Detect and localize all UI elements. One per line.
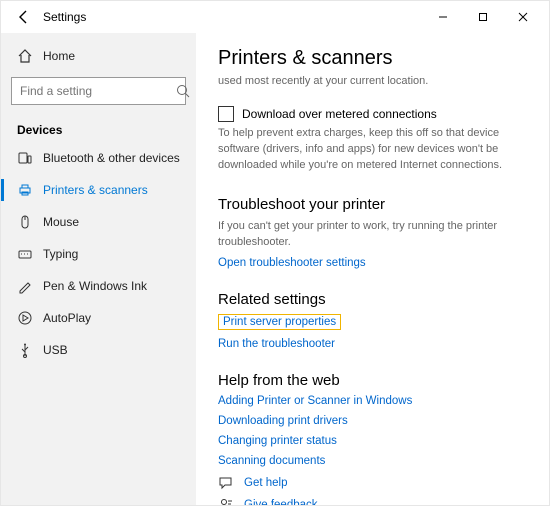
mouse-icon (17, 214, 33, 230)
give-feedback-row[interactable]: Give feedback (218, 497, 527, 505)
minimize-button[interactable] (423, 3, 463, 31)
print-server-properties-link[interactable]: Print server properties (223, 316, 336, 328)
sidebar-item-label: Printers & scanners (43, 183, 148, 197)
main-content: Printers & scanners used most recently a… (196, 33, 549, 505)
keyboard-icon (17, 246, 33, 262)
feedback-icon (218, 497, 234, 505)
sidebar-item-printers[interactable]: Printers & scanners (11, 175, 186, 205)
home-icon (17, 48, 33, 64)
sidebar-item-typing[interactable]: Typing (11, 239, 186, 269)
sidebar-item-mouse[interactable]: Mouse (11, 207, 186, 237)
help-from-web-heading: Help from the web (218, 372, 527, 389)
troubleshoot-heading: Troubleshoot your printer (218, 196, 527, 213)
give-feedback-link[interactable]: Give feedback (244, 499, 318, 505)
search-icon (175, 83, 191, 99)
help-link[interactable]: Scanning documents (218, 455, 527, 467)
metered-help-text: To help prevent extra charges, keep this… (218, 126, 508, 174)
main-container: Home Devices Bluetooth & other devices P… (1, 33, 549, 505)
titlebar: Settings (1, 1, 549, 33)
window-title: Settings (43, 10, 423, 24)
minimize-icon (438, 12, 448, 22)
metered-checkbox-row[interactable]: Download over metered connections (218, 106, 527, 122)
sidebar-section-title: Devices (11, 113, 186, 141)
metered-checkbox-label: Download over metered connections (242, 107, 437, 121)
sidebar-item-label: Bluetooth & other devices (43, 151, 180, 165)
search-box[interactable] (11, 77, 186, 105)
maximize-button[interactable] (463, 3, 503, 31)
help-link[interactable]: Changing printer status (218, 435, 527, 447)
arrow-left-icon (16, 9, 32, 25)
sidebar-item-autoplay[interactable]: AutoPlay (11, 303, 186, 333)
help-link[interactable]: Adding Printer or Scanner in Windows (218, 395, 527, 407)
get-help-link[interactable]: Get help (244, 477, 287, 489)
close-button[interactable] (503, 3, 543, 31)
printer-icon (17, 182, 33, 198)
sidebar-item-label: USB (43, 343, 68, 357)
home-button[interactable]: Home (11, 41, 186, 71)
sidebar-item-label: AutoPlay (43, 311, 91, 325)
troubleshoot-note: If you can't get your printer to work, t… (218, 219, 527, 251)
maximize-icon (478, 12, 488, 22)
open-troubleshooter-link[interactable]: Open troubleshooter settings (218, 257, 527, 269)
sidebar-item-usb[interactable]: USB (11, 335, 186, 365)
sidebar-item-bluetooth[interactable]: Bluetooth & other devices (11, 143, 186, 173)
usb-icon (17, 342, 33, 358)
search-input[interactable] (20, 84, 175, 98)
autoplay-icon (17, 310, 33, 326)
get-help-row[interactable]: Get help (218, 475, 527, 491)
devices-icon (17, 150, 33, 166)
sidebar-item-pen[interactable]: Pen & Windows Ink (11, 271, 186, 301)
pen-icon (17, 278, 33, 294)
sidebar: Home Devices Bluetooth & other devices P… (1, 33, 196, 505)
home-label: Home (43, 49, 75, 63)
run-troubleshooter-link[interactable]: Run the troubleshooter (218, 338, 527, 350)
page-title: Printers & scanners (218, 47, 527, 70)
sidebar-item-label: Mouse (43, 215, 79, 229)
highlighted-link: Print server properties (218, 314, 341, 330)
checkbox-icon[interactable] (218, 106, 234, 122)
help-link[interactable]: Downloading print drivers (218, 415, 527, 427)
related-settings-heading: Related settings (218, 291, 527, 308)
window-controls (423, 3, 543, 31)
close-icon (518, 12, 528, 22)
back-button[interactable] (11, 4, 37, 30)
chat-help-icon (218, 475, 234, 491)
sidebar-item-label: Pen & Windows Ink (43, 279, 147, 293)
sidebar-item-label: Typing (43, 247, 78, 261)
default-printer-note: used most recently at your current locat… (218, 74, 527, 88)
